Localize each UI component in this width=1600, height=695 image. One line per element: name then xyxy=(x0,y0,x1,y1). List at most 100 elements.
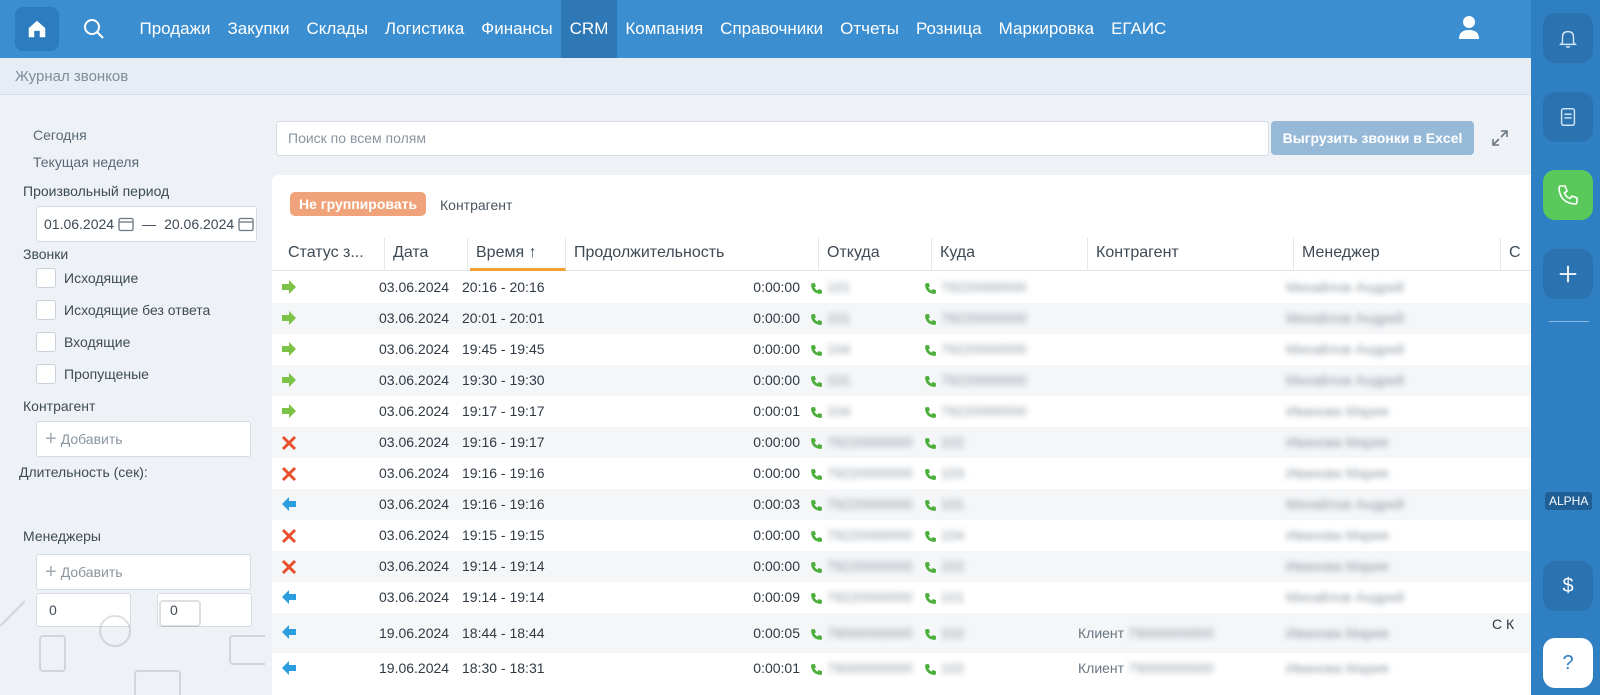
nav-item[interactable]: Логистика xyxy=(376,0,472,58)
phone-icon[interactable] xyxy=(810,313,823,326)
nav-item[interactable]: Маркировка xyxy=(990,0,1102,58)
table-row[interactable]: 03.06.2024 19:15 - 19:15 0:00:00 792200000… xyxy=(272,520,1531,551)
column-header[interactable]: Время ↑ xyxy=(470,238,566,271)
phone-icon[interactable] xyxy=(924,375,937,388)
call-type-filter[interactable]: Исходящие xyxy=(36,268,138,288)
search-input[interactable]: Поиск по всем полям xyxy=(276,121,1269,156)
calendar-icon[interactable] xyxy=(118,216,134,232)
home-button[interactable] xyxy=(15,7,59,51)
phone-icon[interactable] xyxy=(810,628,823,641)
table-row[interactable]: 03.06.2024 19:16 - 19:16 0:00:00 792200000… xyxy=(272,458,1531,489)
user-profile-button[interactable] xyxy=(1457,15,1481,46)
phone-icon[interactable] xyxy=(924,592,937,605)
global-search-button[interactable] xyxy=(79,14,109,44)
phone-icon[interactable] xyxy=(924,406,937,419)
call-type-filter[interactable]: Исходящие без ответа xyxy=(36,300,210,320)
tasks-button[interactable] xyxy=(1543,92,1593,142)
add-manager-button[interactable]: + Добавить xyxy=(36,554,251,590)
calls-button[interactable] xyxy=(1543,170,1593,220)
phone-icon[interactable] xyxy=(924,313,937,326)
billing-button[interactable]: $ xyxy=(1543,561,1593,611)
table-row[interactable]: 19.06.2024 18:44 - 18:44 0:00:05 790000000… xyxy=(272,613,1531,653)
fullscreen-button[interactable] xyxy=(1491,129,1509,152)
checkbox[interactable] xyxy=(36,364,56,384)
table-row[interactable]: 03.06.2024 19:16 - 19:16 0:00:03 792200000… xyxy=(272,489,1531,520)
table-row[interactable]: 03.06.2024 19:30 - 19:30 0:00:00 101 79220… xyxy=(272,365,1531,396)
filter-today-link[interactable]: Сегодня xyxy=(33,127,87,143)
nav-item[interactable]: Склады xyxy=(298,0,376,58)
counterparty-name[interactable]: 79000000000 xyxy=(1128,660,1214,676)
date-to-value[interactable]: 20.06.2024 xyxy=(164,216,234,232)
filter-current-week-link[interactable]: Текущая неделя xyxy=(33,154,139,170)
to-number: 102 xyxy=(940,434,965,450)
phone-icon[interactable] xyxy=(924,628,937,641)
date-from-value[interactable]: 01.06.2024 xyxy=(44,216,114,232)
outgoing-arrow-icon xyxy=(282,341,296,356)
status-cell xyxy=(281,589,297,604)
nav-item[interactable]: Отчеты xyxy=(832,0,908,58)
phone-icon[interactable] xyxy=(810,437,823,450)
phone-icon[interactable] xyxy=(810,530,823,543)
phone-icon[interactable] xyxy=(810,499,823,512)
export-excel-button[interactable]: Выгрузить звонки в Excel xyxy=(1271,121,1474,155)
add-counterparty-button[interactable]: + Добавить xyxy=(36,421,251,457)
phone-icon[interactable] xyxy=(924,282,937,295)
phone-icon[interactable] xyxy=(924,344,937,357)
phone-icon[interactable] xyxy=(810,344,823,357)
create-button[interactable] xyxy=(1543,249,1593,299)
counterparty-type: Клиент xyxy=(1078,660,1125,676)
nav-item[interactable]: Закупки xyxy=(219,0,298,58)
calendar-icon[interactable] xyxy=(238,216,254,232)
checkbox[interactable] xyxy=(36,300,56,320)
phone-icon[interactable] xyxy=(810,406,823,419)
nav-item[interactable]: ЕГАИС xyxy=(1103,0,1175,58)
date-range-picker[interactable]: 01.06.2024 — 20.06.2024 xyxy=(36,206,257,242)
column-header[interactable]: Куда xyxy=(934,238,1088,271)
nav-item[interactable]: CRM xyxy=(561,0,617,58)
phone-icon[interactable] xyxy=(810,561,823,574)
phone-icon[interactable] xyxy=(924,437,937,450)
table-row[interactable]: 03.06.2024 19:45 - 19:45 0:00:00 104 79220… xyxy=(272,334,1531,365)
column-header[interactable]: Контрагент xyxy=(1090,238,1294,271)
nav-item[interactable]: Розница xyxy=(907,0,990,58)
help-button[interactable]: ? xyxy=(1543,638,1593,688)
phone-icon[interactable] xyxy=(924,561,937,574)
no-grouping-toggle[interactable]: Не группировать xyxy=(290,192,427,216)
nav-item[interactable]: Справочники xyxy=(712,0,832,58)
table-row[interactable]: 03.06.2024 20:01 - 20:01 0:00:00 101 79220… xyxy=(272,303,1531,334)
counterparty-name[interactable]: 79000000000 xyxy=(1128,625,1214,641)
phone-icon[interactable] xyxy=(924,468,937,481)
table-row[interactable]: 03.06.2024 19:14 - 19:14 0:00:09 792200000… xyxy=(272,582,1531,613)
nav-item[interactable]: Компания xyxy=(617,0,712,58)
phone-icon[interactable] xyxy=(810,592,823,605)
group-by-counterparty-toggle[interactable]: Контрагент xyxy=(440,197,512,213)
column-header[interactable]: Откуда xyxy=(821,238,932,271)
checkbox[interactable] xyxy=(36,332,56,352)
call-type-filter[interactable]: Пропущеные xyxy=(36,364,149,384)
phone-icon[interactable] xyxy=(810,375,823,388)
phone-icon[interactable] xyxy=(810,468,823,481)
notifications-button[interactable] xyxy=(1543,13,1593,63)
table-row[interactable]: 03.06.2024 19:14 - 19:14 0:00:00 792200000… xyxy=(272,551,1531,582)
column-header[interactable]: Менеджер xyxy=(1296,238,1501,271)
table-row[interactable]: 03.06.2024 19:17 - 19:17 0:00:01 104 79220… xyxy=(272,396,1531,427)
call-type-filter[interactable]: Входящие xyxy=(36,332,130,352)
column-header[interactable]: Статус з... xyxy=(282,238,385,271)
table-row[interactable]: 03.06.2024 20:16 - 20:16 0:00:00 101 79220… xyxy=(272,272,1531,303)
phone-icon[interactable] xyxy=(924,530,937,543)
table-row[interactable]: 03.06.2024 19:16 - 19:17 0:00:00 792200000… xyxy=(272,427,1531,458)
checkbox[interactable] xyxy=(36,268,56,288)
add-manager-label: Добавить xyxy=(60,564,123,580)
phone-icon[interactable] xyxy=(810,282,823,295)
column-header[interactable]: С xyxy=(1503,238,1531,271)
date-cell: 03.06.2024 xyxy=(379,527,450,543)
alpha-badge: ALPHA xyxy=(1545,492,1593,510)
column-header[interactable]: Дата xyxy=(387,238,468,271)
phone-icon[interactable] xyxy=(924,663,937,676)
nav-item[interactable]: Финансы xyxy=(473,0,561,58)
nav-item[interactable]: Продажи xyxy=(131,0,219,58)
phone-icon[interactable] xyxy=(810,663,823,676)
phone-icon[interactable] xyxy=(924,499,937,512)
table-row[interactable]: 19.06.2024 18:30 - 18:31 0:00:01 790000000… xyxy=(272,653,1531,684)
column-header[interactable]: Продолжительность xyxy=(568,238,819,271)
